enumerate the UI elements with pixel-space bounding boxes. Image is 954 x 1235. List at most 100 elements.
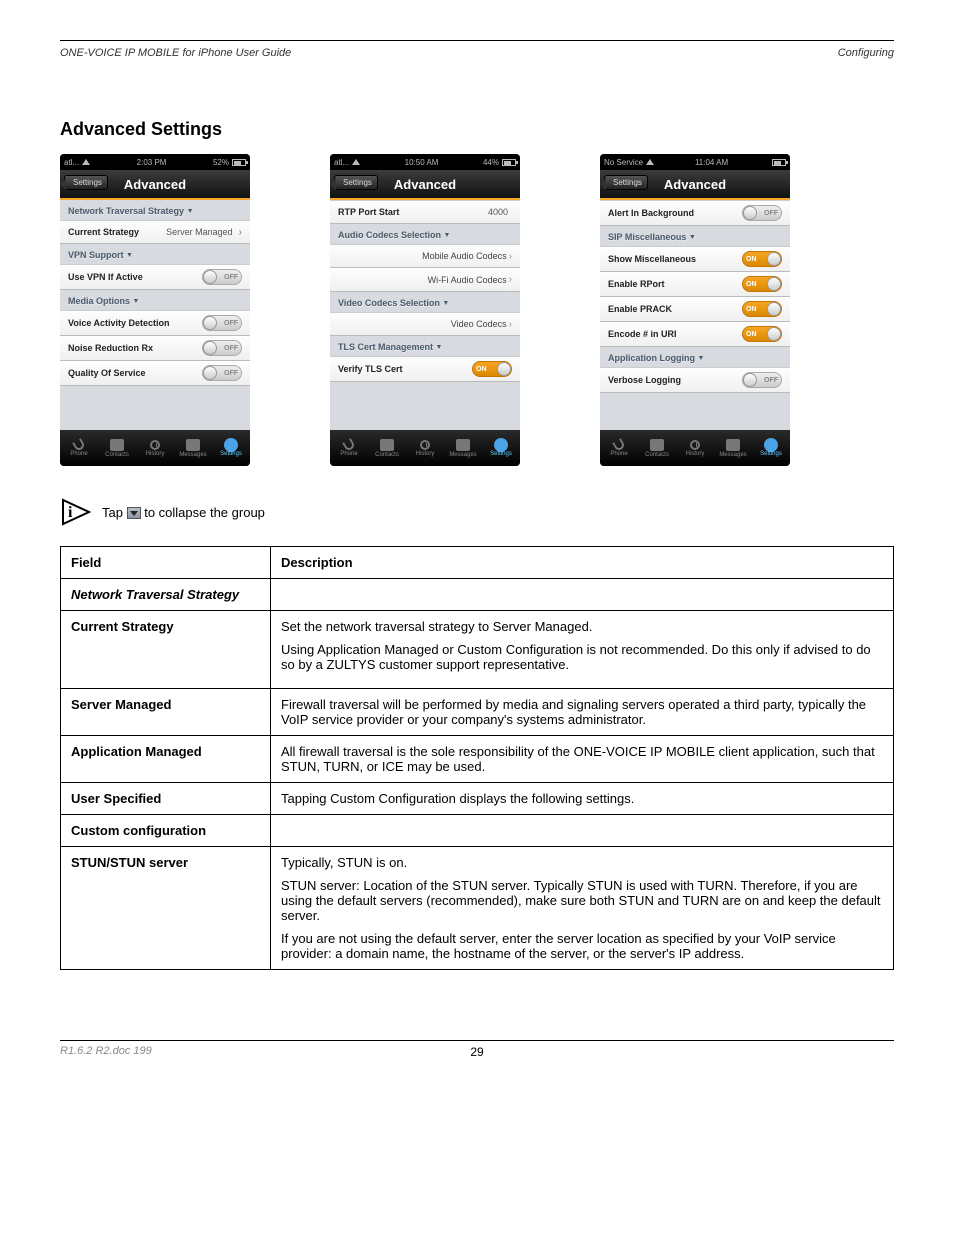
- group-header[interactable]: Application Logging ▼: [600, 347, 790, 367]
- page-number: 29: [470, 1045, 483, 1059]
- back-button[interactable]: Settings: [334, 175, 378, 190]
- settings-row[interactable]: Alert In BackgroundOFF: [600, 200, 790, 226]
- section-title: Advanced Settings: [60, 119, 894, 140]
- history-icon: [150, 440, 160, 450]
- tab-settings[interactable]: Settings: [212, 430, 250, 466]
- collapse-triangle-icon: [127, 507, 141, 519]
- field-cell: Server Managed: [61, 689, 271, 736]
- toggle-switch[interactable]: ON: [742, 251, 782, 267]
- tab-phone[interactable]: Phone: [600, 430, 638, 466]
- toggle-switch[interactable]: OFF: [202, 315, 242, 331]
- tab-history[interactable]: History: [406, 430, 444, 466]
- row-label: Verify TLS Cert: [338, 364, 403, 374]
- row-label: Wi-Fi Audio Codecs: [428, 275, 507, 285]
- toggle-switch[interactable]: OFF: [202, 340, 242, 356]
- switch-text: OFF: [224, 274, 238, 281]
- phone-icon: [342, 438, 356, 452]
- battery-label: 52%: [213, 158, 229, 167]
- settings-row[interactable]: Noise Reduction RxOFF: [60, 336, 250, 361]
- description-cell: Firewall traversal will be performed by …: [271, 689, 894, 736]
- chevron-right-icon: ›: [239, 227, 242, 238]
- chevron-down-icon: ▼: [444, 232, 451, 239]
- settings-row[interactable]: Enable RPortON: [600, 272, 790, 297]
- header-left: ONE-VOICE IP MOBILE for iPhone User Guid…: [60, 47, 291, 59]
- settings-row[interactable]: Verify TLS Cert ON: [330, 356, 520, 382]
- group-header[interactable]: Network Traversal Strategy ▼: [60, 200, 250, 220]
- tab-contacts[interactable]: Contacts: [638, 430, 676, 466]
- tab-contacts[interactable]: Contacts: [368, 430, 406, 466]
- toggle-switch[interactable]: ON: [742, 276, 782, 292]
- tab-label: Messages: [179, 452, 206, 458]
- tab-messages[interactable]: Messages: [444, 430, 482, 466]
- back-button[interactable]: Settings: [64, 175, 108, 190]
- switch-text: ON: [746, 256, 757, 263]
- switch-text: OFF: [224, 370, 238, 377]
- row-label: Use VPN If Active: [68, 272, 143, 282]
- group-header[interactable]: SIP Miscellaneous ▼: [600, 226, 790, 246]
- tab-history[interactable]: History: [136, 430, 174, 466]
- settings-icon: [496, 440, 506, 450]
- group-header[interactable]: Video Codecs Selection ▼: [330, 292, 520, 312]
- tab-label: Settings: [490, 451, 512, 457]
- toggle-switch[interactable]: ON: [742, 301, 782, 317]
- page-header: ONE-VOICE IP MOBILE for iPhone User Guid…: [60, 47, 894, 59]
- settings-row[interactable]: RTP Port Start4000: [330, 200, 520, 224]
- back-button[interactable]: Settings: [604, 175, 648, 190]
- tab-messages[interactable]: Messages: [174, 430, 212, 466]
- toggle-switch[interactable]: OFF: [202, 365, 242, 381]
- settings-row[interactable]: Enable PRACKON: [600, 297, 790, 322]
- col-description: Description: [271, 547, 894, 579]
- phone-screenshot: atl... 10:50 AM 44%SettingsAdvancedRTP P…: [330, 154, 520, 466]
- table-row: Current StrategySet the network traversa…: [61, 611, 894, 689]
- info-text-before: Tap: [102, 505, 127, 520]
- settings-row[interactable]: Quality Of Service OFF: [60, 361, 250, 386]
- section-row-label: Network Traversal Strategy: [61, 579, 271, 611]
- settings-row[interactable]: Show MiscellaneousON: [600, 246, 790, 272]
- row-label: Quality Of Service: [68, 368, 146, 378]
- settings-row[interactable]: Use VPN If Active OFF: [60, 264, 250, 290]
- phone-icon: [612, 438, 626, 452]
- chevron-down-icon: ▼: [436, 344, 443, 351]
- settings-row[interactable]: Voice Activity DetectionOFF: [60, 310, 250, 336]
- battery-icon: [502, 159, 516, 166]
- battery-label: 44%: [483, 158, 499, 167]
- clock-label: 11:04 AM: [695, 158, 728, 167]
- tab-settings[interactable]: Settings: [482, 430, 520, 466]
- tab-messages[interactable]: Messages: [714, 430, 752, 466]
- tab-phone[interactable]: Phone: [330, 430, 368, 466]
- group-header[interactable]: Media Options ▼: [60, 290, 250, 310]
- field-cell: STUN/STUN server: [61, 847, 271, 970]
- history-icon: [690, 440, 700, 450]
- settings-row[interactable]: Current StrategyServer Managed›: [60, 220, 250, 244]
- group-header[interactable]: Audio Codecs Selection ▼: [330, 224, 520, 244]
- settings-row[interactable]: Mobile Audio Codecs›: [330, 244, 520, 268]
- table-row: User SpecifiedTapping Custom Configurati…: [61, 783, 894, 815]
- chevron-down-icon: ▼: [689, 234, 696, 241]
- settings-row[interactable]: Video Codecs›: [330, 312, 520, 336]
- chevron-right-icon: ›: [509, 274, 512, 285]
- info-note: i Tap to collapse the group: [60, 496, 894, 528]
- switch-text: ON: [746, 331, 757, 338]
- group-header[interactable]: VPN Support ▼: [60, 244, 250, 264]
- nav-title: Advanced: [394, 177, 456, 192]
- toggle-switch[interactable]: OFF: [742, 372, 782, 388]
- tab-phone[interactable]: Phone: [60, 430, 98, 466]
- group-header[interactable]: TLS Cert Management ▼: [330, 336, 520, 356]
- switch-knob: [767, 327, 781, 341]
- tab-settings[interactable]: Settings: [752, 430, 790, 466]
- toggle-switch[interactable]: OFF: [202, 269, 242, 285]
- settings-row[interactable]: Encode # in URION: [600, 322, 790, 347]
- tab-history[interactable]: History: [676, 430, 714, 466]
- toggle-switch[interactable]: ON: [742, 326, 782, 342]
- tab-contacts[interactable]: Contacts: [98, 430, 136, 466]
- toggle-switch[interactable]: ON: [472, 361, 512, 377]
- settings-row[interactable]: Wi-Fi Audio Codecs›: [330, 268, 520, 292]
- tab-label: History: [146, 451, 165, 457]
- toggle-switch[interactable]: OFF: [742, 205, 782, 221]
- switch-knob: [203, 366, 217, 380]
- chevron-right-icon: ›: [509, 251, 512, 262]
- settings-row[interactable]: Verbose LoggingOFF: [600, 367, 790, 393]
- switch-knob: [743, 206, 757, 220]
- wifi-icon: [82, 159, 90, 165]
- description-cell: All firewall traversal is the sole respo…: [271, 736, 894, 783]
